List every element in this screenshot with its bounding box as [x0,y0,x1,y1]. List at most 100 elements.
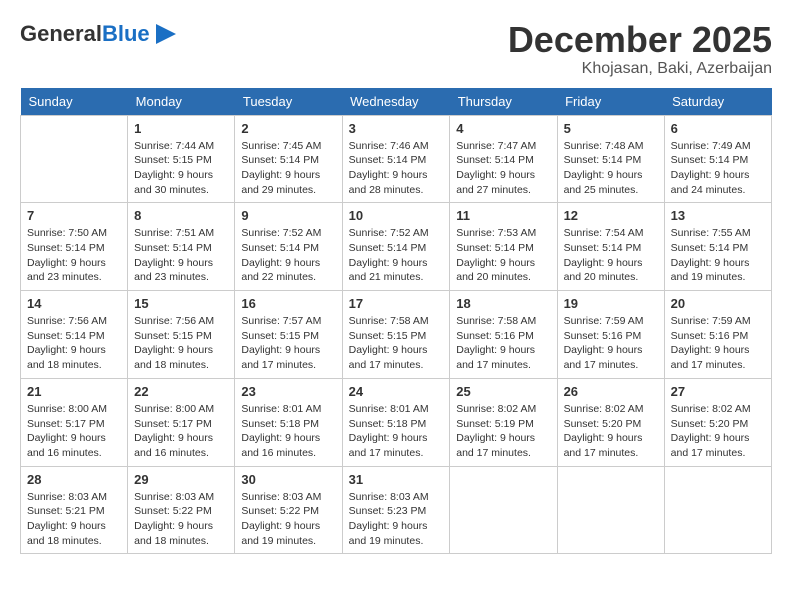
calendar-day-cell: 14Sunrise: 7:56 AMSunset: 5:14 PMDayligh… [21,291,128,379]
day-info: Sunrise: 8:02 AMSunset: 5:20 PMDaylight:… [564,402,658,461]
day-info: Sunrise: 7:56 AMSunset: 5:15 PMDaylight:… [134,314,228,373]
calendar-day-cell: 19 Sunrise: 7:59 AMSunset: 5:16 PMDayligh… [557,291,664,379]
calendar-day-cell [557,466,664,554]
weekday-header: Saturday [664,88,771,116]
weekday-header: Tuesday [235,88,342,116]
day-number: 31 [349,472,444,487]
logo-blue: Blue [102,21,150,46]
day-info: Sunrise: 8:00 AMSunset: 5:17 PMDaylight:… [27,402,121,461]
logo: GeneralBlue [20,20,180,48]
calendar-header-row: SundayMondayTuesdayWednesdayThursdayFrid… [21,88,772,116]
weekday-header: Sunday [21,88,128,116]
day-number: 15 [134,296,228,311]
day-info: Sunrise: 7:52 AMSunset: 5:14 PMDaylight:… [241,226,335,285]
day-number: 28 [27,472,121,487]
day-number: 24 [349,384,444,399]
day-info: Sunrise: 8:03 AMSunset: 5:21 PMDaylight:… [27,490,121,549]
calendar-day-cell: 5 Sunrise: 7:48 AMSunset: 5:14 PMDaylight… [557,115,664,203]
calendar-day-cell [21,115,128,203]
day-info: Sunrise: 7:58 AMSunset: 5:15 PMDaylight:… [349,314,444,373]
day-number: 1 [134,121,228,136]
day-number: 5 [564,121,658,136]
calendar-day-cell: 15 Sunrise: 7:56 AMSunset: 5:15 PMDayligh… [128,291,235,379]
page-header: GeneralBlue December 2025 Khojasan, Baki… [20,20,772,78]
weekday-header: Wednesday [342,88,450,116]
weekday-header: Friday [557,88,664,116]
calendar-day-cell: 30 Sunrise: 8:03 AMSunset: 5:22 PMDayligh… [235,466,342,554]
day-info: Sunrise: 8:02 AMSunset: 5:20 PMDaylight:… [671,402,765,461]
calendar-day-cell: 7 Sunrise: 7:50 AMSunset: 5:14 PMDaylight… [21,203,128,291]
calendar-day-cell: 17 Sunrise: 7:58 AMSunset: 5:15 PMDayligh… [342,291,450,379]
calendar-day-cell: 1 Sunrise: 7:44 AMSunset: 5:15 PMDaylight… [128,115,235,203]
day-info: Sunrise: 7:48 AMSunset: 5:14 PMDaylight:… [564,139,658,198]
calendar-day-cell: 9 Sunrise: 7:52 AMSunset: 5:14 PMDaylight… [235,203,342,291]
day-info: Sunrise: 7:47 AMSunset: 5:14 PMDaylight:… [456,139,550,198]
day-info: Sunrise: 7:44 AMSunset: 5:15 PMDaylight:… [134,139,228,198]
calendar-day-cell: 13Sunrise: 7:55 AMSunset: 5:14 PMDayligh… [664,203,771,291]
calendar-week-row: 28 Sunrise: 8:03 AMSunset: 5:21 PMDayligh… [21,466,772,554]
day-number: 7 [27,208,121,223]
day-info: Sunrise: 8:03 AMSunset: 5:22 PMDaylight:… [241,490,335,549]
day-number: 16 [241,296,335,311]
location: Khojasan, Baki, Azerbaijan [508,60,772,78]
weekday-header: Monday [128,88,235,116]
calendar-day-cell: 26Sunrise: 8:02 AMSunset: 5:20 PMDayligh… [557,378,664,466]
day-number: 12 [564,208,658,223]
day-info: Sunrise: 7:52 AMSunset: 5:14 PMDaylight:… [349,226,444,285]
calendar-table: SundayMondayTuesdayWednesdayThursdayFrid… [20,88,772,555]
calendar-day-cell: 10 Sunrise: 7:52 AMSunset: 5:14 PMDayligh… [342,203,450,291]
calendar-day-cell: 31 Sunrise: 8:03 AMSunset: 5:23 PMDayligh… [342,466,450,554]
calendar-day-cell: 11 Sunrise: 7:53 AMSunset: 5:14 PMDayligh… [450,203,557,291]
day-info: Sunrise: 7:57 AMSunset: 5:15 PMDaylight:… [241,314,335,373]
logo-general: General [20,21,102,46]
day-number: 29 [134,472,228,487]
day-number: 10 [349,208,444,223]
day-number: 17 [349,296,444,311]
day-info: Sunrise: 7:54 AMSunset: 5:14 PMDaylight:… [564,226,658,285]
day-number: 20 [671,296,765,311]
day-info: Sunrise: 7:51 AMSunset: 5:14 PMDaylight:… [134,226,228,285]
calendar-day-cell: 21 Sunrise: 8:00 AMSunset: 5:17 PMDayligh… [21,378,128,466]
day-info: Sunrise: 7:53 AMSunset: 5:14 PMDaylight:… [456,226,550,285]
calendar-day-cell: 20 Sunrise: 7:59 AMSunset: 5:16 PMDayligh… [664,291,771,379]
day-info: Sunrise: 8:01 AMSunset: 5:18 PMDaylight:… [241,402,335,461]
day-number: 6 [671,121,765,136]
day-info: Sunrise: 8:03 AMSunset: 5:23 PMDaylight:… [349,490,444,549]
calendar-day-cell: 18 Sunrise: 7:58 AMSunset: 5:16 PMDayligh… [450,291,557,379]
day-number: 21 [27,384,121,399]
day-number: 19 [564,296,658,311]
calendar-week-row: 7 Sunrise: 7:50 AMSunset: 5:14 PMDaylight… [21,203,772,291]
day-number: 18 [456,296,550,311]
day-info: Sunrise: 8:03 AMSunset: 5:22 PMDaylight:… [134,490,228,549]
calendar-week-row: 14Sunrise: 7:56 AMSunset: 5:14 PMDayligh… [21,291,772,379]
calendar-day-cell: 25Sunrise: 8:02 AMSunset: 5:19 PMDayligh… [450,378,557,466]
day-number: 4 [456,121,550,136]
day-number: 13 [671,208,765,223]
calendar-day-cell: 27 Sunrise: 8:02 AMSunset: 5:20 PMDayligh… [664,378,771,466]
day-number: 11 [456,208,550,223]
calendar-day-cell: 8Sunrise: 7:51 AMSunset: 5:14 PMDaylight… [128,203,235,291]
day-info: Sunrise: 7:58 AMSunset: 5:16 PMDaylight:… [456,314,550,373]
calendar-day-cell: 6 Sunrise: 7:49 AMSunset: 5:14 PMDaylight… [664,115,771,203]
day-info: Sunrise: 7:59 AMSunset: 5:16 PMDaylight:… [564,314,658,373]
day-info: Sunrise: 7:56 AMSunset: 5:14 PMDaylight:… [27,314,121,373]
calendar-day-cell: 3Sunrise: 7:46 AMSunset: 5:14 PMDaylight… [342,115,450,203]
day-info: Sunrise: 7:50 AMSunset: 5:14 PMDaylight:… [27,226,121,285]
calendar-day-cell: 29 Sunrise: 8:03 AMSunset: 5:22 PMDayligh… [128,466,235,554]
logo-icon [152,20,180,48]
day-number: 2 [241,121,335,136]
day-number: 23 [241,384,335,399]
calendar-day-cell: 2Sunrise: 7:45 AMSunset: 5:14 PMDaylight… [235,115,342,203]
day-number: 27 [671,384,765,399]
day-info: Sunrise: 7:59 AMSunset: 5:16 PMDaylight:… [671,314,765,373]
calendar-day-cell [664,466,771,554]
day-number: 25 [456,384,550,399]
day-info: Sunrise: 7:46 AMSunset: 5:14 PMDaylight:… [349,139,444,198]
day-info: Sunrise: 7:49 AMSunset: 5:14 PMDaylight:… [671,139,765,198]
day-number: 30 [241,472,335,487]
day-number: 9 [241,208,335,223]
day-info: Sunrise: 8:00 AMSunset: 5:17 PMDaylight:… [134,402,228,461]
calendar-day-cell: 4 Sunrise: 7:47 AMSunset: 5:14 PMDaylight… [450,115,557,203]
calendar-day-cell: 28 Sunrise: 8:03 AMSunset: 5:21 PMDayligh… [21,466,128,554]
calendar-day-cell: 23 Sunrise: 8:01 AMSunset: 5:18 PMDayligh… [235,378,342,466]
